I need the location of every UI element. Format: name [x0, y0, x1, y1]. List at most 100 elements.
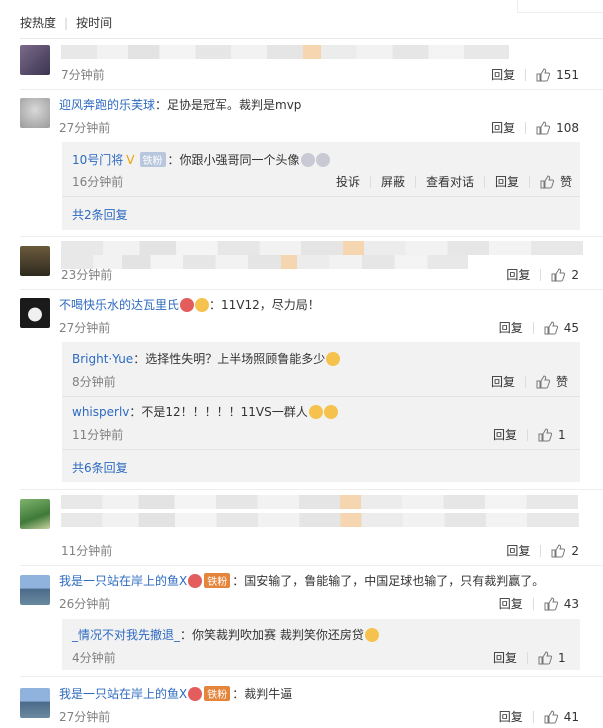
more-replies-link[interactable]: 共6条回复 [72, 459, 128, 476]
reply-body: 10号门将 V 铁粉 ：你跟小强哥同一个头像 [72, 151, 330, 168]
avatar[interactable] [20, 499, 50, 529]
avatar[interactable] [20, 688, 50, 718]
action-divider [370, 176, 372, 188]
emoji-icon [326, 352, 341, 366]
reply-button[interactable]: 回复 [491, 375, 515, 389]
username-link[interactable]: whisperlv [72, 405, 129, 419]
reply-body: Bright·Yue：选择性失明？上半场照顾鲁能多少 [72, 350, 341, 367]
thumb-up-icon[interactable] [551, 544, 566, 558]
tab-by-time[interactable]: 按时间 [76, 16, 112, 30]
action-divider [529, 176, 531, 188]
divider [20, 89, 603, 90]
action-divider [527, 652, 529, 664]
reply-time: 4分钟前 [72, 651, 116, 665]
reply-actions: 回复 赞 [491, 373, 568, 390]
like-count: 108 [556, 121, 579, 135]
divider [20, 38, 603, 39]
avatar[interactable] [20, 246, 50, 276]
comment-actions: 回复 108 [491, 119, 579, 136]
like-count: 41 [563, 710, 579, 724]
like-count: 2 [571, 268, 579, 282]
thumb-up-icon[interactable] [544, 597, 558, 611]
reply-button[interactable]: 回复 [491, 121, 515, 135]
reply-button[interactable]: 回复 [506, 268, 530, 282]
comment-time: 11分钟前 [61, 544, 113, 558]
avatar[interactable] [20, 298, 50, 328]
thumb-up-icon[interactable] [544, 321, 558, 335]
action-divider [525, 69, 527, 81]
divider [20, 489, 603, 490]
blurred-comment-text [61, 513, 579, 527]
reply-button[interactable]: 回复 [499, 597, 523, 611]
thumb-up-icon[interactable] [538, 651, 553, 665]
like-count: 1 [558, 428, 566, 442]
avatar[interactable] [20, 98, 50, 128]
comment-actions: 回复 45 [499, 319, 579, 336]
blurred-comment-text [61, 255, 468, 269]
reply-button[interactable]: 回复 [491, 68, 515, 82]
action-divider [525, 122, 527, 134]
like-label[interactable]: 赞 [560, 175, 572, 189]
reply-text: ：不是12！！！！！11VS一群人 [129, 405, 308, 419]
avatar[interactable] [20, 575, 50, 605]
divider [20, 236, 603, 237]
reply-button[interactable]: 回复 [493, 651, 517, 665]
tab-by-hot[interactable]: 按热度 [20, 16, 56, 30]
thumb-up-icon[interactable] [536, 121, 551, 135]
action-divider [525, 376, 527, 388]
like-label[interactable]: 赞 [556, 375, 568, 389]
action-divider [484, 176, 486, 188]
reply-button[interactable]: 回复 [499, 710, 523, 724]
comment-actions: 回复 2 [506, 266, 579, 283]
reply-body: whisperlv：不是12！！！！！11VS一群人 [72, 403, 338, 420]
reply-actions: 回复 1 [493, 649, 566, 666]
action-divider [532, 711, 534, 723]
username-link[interactable]: 我是一只站在岸上的鱼X [59, 687, 187, 701]
like-count: 151 [556, 68, 579, 82]
username-link[interactable]: Bright·Yue [72, 352, 133, 366]
thumb-up-icon[interactable] [551, 268, 566, 282]
thumb-up-icon[interactable] [536, 68, 551, 82]
heart-icon [188, 687, 203, 701]
thumb-up-icon[interactable] [536, 375, 551, 389]
divider [62, 449, 580, 450]
comment-text: ：足协是冠军。裁判是mvp [155, 98, 302, 112]
action-divider [540, 269, 542, 281]
divider [62, 196, 580, 197]
emoji-icon [195, 298, 210, 312]
emoji-icon [308, 405, 323, 419]
thumb-up-icon[interactable] [544, 710, 558, 724]
divider [62, 396, 580, 397]
comment-text: ：裁判牛逼 [232, 687, 293, 701]
thumb-up-icon[interactable] [538, 428, 553, 442]
like-count: 1 [558, 651, 566, 665]
report-button[interactable]: 投诉 [336, 175, 360, 189]
heart-icon [180, 298, 195, 312]
more-replies-link[interactable]: 共2条回复 [72, 206, 128, 223]
reply-button[interactable]: 回复 [493, 428, 517, 442]
reply-button[interactable]: 回复 [495, 175, 519, 189]
reply-text: ：选择性失明？上半场照顾鲁能多少 [133, 352, 326, 366]
username-link[interactable]: 迎风奔跑的乐芙球 [59, 98, 155, 112]
reply-button[interactable]: 回复 [506, 544, 530, 558]
emoji-icon [364, 628, 379, 642]
reply-button[interactable]: 回复 [499, 321, 523, 335]
reply-actions: 回复 1 [493, 426, 566, 443]
avatar[interactable] [20, 45, 50, 75]
divider [20, 289, 603, 290]
reply-text: ：你笑裁判吹加赛 裁判笑你还房贷 [180, 628, 364, 642]
comment-text: ：11V12，尽力局！ [209, 298, 320, 312]
username-link[interactable]: _情况不对我先撤退_ [72, 628, 180, 642]
block-button[interactable]: 屏蔽 [381, 175, 405, 189]
reply-time: 16分钟前 [72, 175, 124, 189]
username-link[interactable]: 10号门将 [72, 153, 123, 167]
username-link[interactable]: 不喝快乐水的达瓦里氏 [59, 298, 179, 312]
sort-tabs: 按热度 | 按时间 [20, 14, 112, 31]
comment-actions: 回复 151 [491, 66, 579, 83]
comment-actions: 回复 41 [499, 708, 579, 725]
view-conversation-button[interactable]: 查看对话 [426, 175, 474, 189]
thumb-up-icon[interactable] [540, 175, 555, 189]
username-link[interactable]: 我是一只站在岸上的鱼X [59, 574, 187, 588]
emoji-icon [315, 153, 330, 167]
comment-time: 23分钟前 [61, 268, 113, 282]
